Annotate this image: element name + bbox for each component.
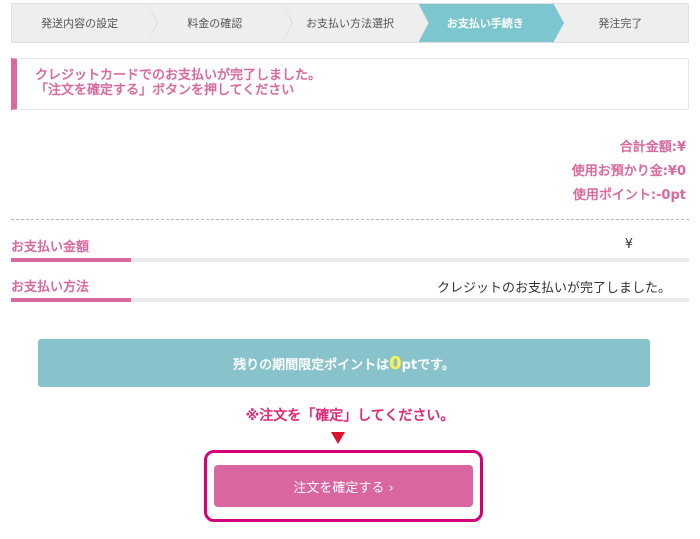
confirm-order-button[interactable]: 注文を確定する › xyxy=(214,465,473,507)
points-suffix: ptです。 xyxy=(401,357,455,373)
deposit-used: 使用お預かり金:¥0 xyxy=(571,164,686,179)
totals-summary: 合計金額:¥ 使用お預かり金:¥0 使用ポイント:-0pt xyxy=(572,136,686,208)
step-order-complete: 発注完了 xyxy=(552,3,690,43)
step-label: 発送内容の設定 xyxy=(41,17,119,30)
payment-amount-label: お支払い金額 xyxy=(11,240,90,255)
limited-points-banner: 残りの期間限定ポイントは 0 ptです。 xyxy=(38,339,650,387)
payment-amount-value: ¥ xyxy=(624,237,633,252)
underline xyxy=(11,298,689,302)
notice-line-1: クレジットカードでのお支払いが完了しました。 xyxy=(35,68,322,83)
payment-method-value: クレジットのお支払いが完了しました。 xyxy=(436,281,671,296)
payment-method-row: お支払い方法 クレジットのお支払いが完了しました。 xyxy=(11,276,689,302)
points-value: 0 xyxy=(389,352,402,374)
progress-steps: 発送内容の設定 料金の確認 お支払い方法選択 お支払い手続き 発注完了 xyxy=(11,3,690,43)
step-label: 料金の確認 xyxy=(187,17,243,30)
step-shipping-settings: 発送内容の設定 xyxy=(11,3,159,43)
step-price-confirm: 料金の確認 xyxy=(147,3,294,43)
underline xyxy=(11,258,689,262)
step-payment-method: お支払い方法選択 xyxy=(282,3,429,43)
step-payment-procedure: お支払い手続き xyxy=(417,3,564,43)
payment-method-label: お支払い方法 xyxy=(11,280,90,295)
notice-line-2: 「注文を確定する」ボタンを押してください xyxy=(35,83,295,98)
step-label: 発注完了 xyxy=(598,17,643,30)
step-label: お支払い方法選択 xyxy=(306,17,394,30)
total-amount: 合計金額:¥ xyxy=(619,140,686,155)
payment-amount-row: お支払い金額 ¥ xyxy=(11,236,689,262)
payment-complete-notice: クレジットカードでのお支払いが完了しました。 「注文を確定する」ボタンを押してく… xyxy=(11,58,689,110)
arrow-down-icon xyxy=(331,432,345,444)
divider xyxy=(11,219,689,220)
points-used: 使用ポイント:-0pt xyxy=(572,188,686,203)
points-prefix: 残りの期間限定ポイントは xyxy=(233,357,390,373)
step-label: お支払い手続き xyxy=(446,17,524,30)
confirm-instruction: ※注文を「確定」してください。 xyxy=(245,408,455,424)
